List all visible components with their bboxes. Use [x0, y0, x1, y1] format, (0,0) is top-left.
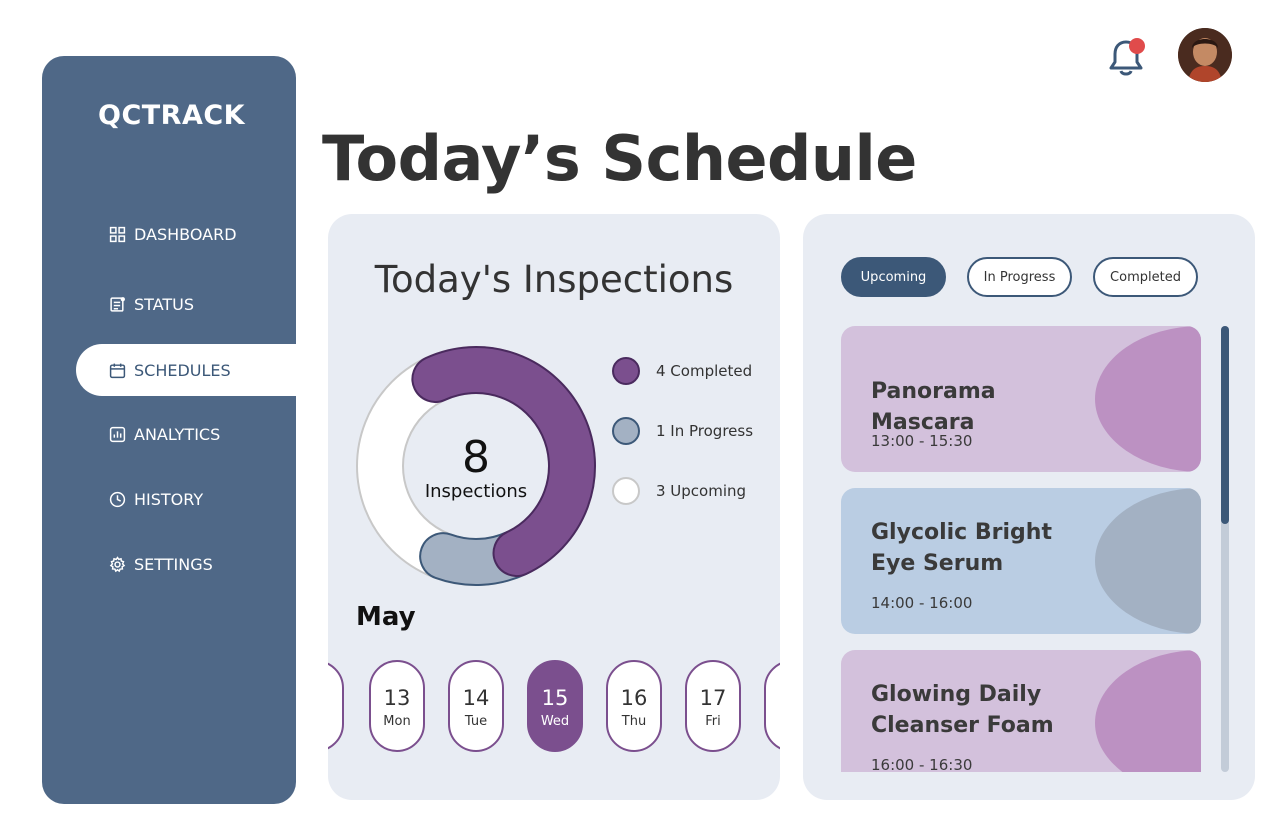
day-pill-selected[interactable]: 15 Wed — [527, 660, 583, 752]
legend-label: 4 Completed — [656, 362, 753, 380]
task-card-decoration — [1095, 326, 1201, 472]
day-pill[interactable]: 17 Fri — [685, 660, 741, 752]
task-list-scrollbar[interactable] — [1221, 326, 1229, 772]
bar-chart-icon — [108, 425, 126, 443]
notification-button[interactable] — [1106, 36, 1146, 78]
schedule-list-card: Upcoming In Progress Completed Panorama … — [803, 214, 1255, 800]
task-name: Panorama Mascara — [871, 379, 996, 435]
sidebar-item-label: DASHBOARD — [134, 224, 237, 244]
app-root: QCTRACK DASHBOARD STATUS SCHEDULES ANALY — [0, 0, 1280, 832]
task-card-decoration — [1095, 650, 1201, 772]
inspections-title: Today's Inspections — [374, 258, 734, 301]
task-time: 14:00 - 16:00 — [871, 594, 973, 612]
day-number: 13 — [383, 686, 411, 710]
task-card[interactable]: Panorama Mascara 13:00 - 15:30 — [841, 326, 1201, 472]
day-number: 15 — [541, 686, 569, 710]
clock-icon — [108, 490, 126, 508]
legend-swatch — [612, 477, 640, 505]
day-number: 16 — [620, 686, 648, 710]
sidebar: QCTRACK DASHBOARD STATUS SCHEDULES ANALY — [42, 56, 296, 804]
task-time: 13:00 - 15:30 — [871, 432, 973, 450]
day-number: 12 — [328, 686, 342, 710]
legend-swatch — [612, 417, 640, 445]
legend-item-in-progress: 1 In Progress — [612, 416, 753, 446]
sidebar-item-analytics[interactable]: ANALYTICS — [76, 408, 296, 460]
filter-upcoming-button[interactable]: Upcoming — [841, 257, 946, 297]
task-name: Glowing Daily Cleanser Foam — [871, 682, 1054, 738]
day-pill[interactable]: 13 Mon — [369, 660, 425, 752]
legend-label: 1 In Progress — [656, 422, 754, 440]
sidebar-item-schedules[interactable]: SCHEDULES — [76, 344, 296, 396]
legend-label: 3 Upcoming — [656, 482, 747, 500]
legend-item-upcoming: 3 Upcoming — [612, 476, 753, 506]
inspections-donut-chart: 8 Inspections — [354, 344, 598, 588]
sidebar-item-history[interactable]: HISTORY — [76, 473, 296, 525]
day-pill[interactable] — [764, 660, 780, 752]
sidebar-item-label: SCHEDULES — [134, 360, 231, 380]
sidebar-item-label: STATUS — [134, 294, 195, 314]
day-pill[interactable]: 14 Tue — [448, 660, 504, 752]
filter-completed-button[interactable]: Completed — [1093, 257, 1198, 297]
logo-text: QCTRACK — [98, 100, 246, 131]
sidebar-item-dashboard[interactable]: DASHBOARD — [76, 208, 296, 260]
notification-dot — [1129, 38, 1145, 54]
calendar-month: May — [356, 602, 416, 632]
scrollbar-thumb[interactable] — [1221, 326, 1229, 524]
task-card[interactable]: Glycolic Bright Eye Serum 14:00 - 16:00 — [841, 488, 1201, 634]
user-avatar[interactable] — [1178, 28, 1232, 82]
day-picker: 12 Sun 13 Mon 14 Tue 15 Wed 16 Thu 17 Fri — [328, 660, 780, 752]
calendar-icon — [108, 361, 126, 379]
day-of-week: Mon — [383, 714, 411, 729]
legend-item-completed: 4 Completed — [612, 356, 753, 386]
page-title: Today’s Schedule — [322, 122, 917, 195]
day-of-week: Fri — [705, 714, 721, 729]
day-of-week: Thu — [621, 714, 647, 729]
grid-icon — [108, 225, 126, 243]
gear-icon — [108, 555, 126, 573]
task-time: 16:00 - 16:30 — [871, 756, 973, 772]
task-name: Glycolic Bright Eye Serum — [871, 520, 1052, 576]
day-of-week: Sun — [328, 714, 342, 729]
donut-legend: 4 Completed 1 In Progress 3 Upcoming — [612, 356, 753, 536]
sidebar-item-settings[interactable]: SETTINGS — [76, 538, 296, 590]
day-of-week: Wed — [540, 714, 570, 729]
day-number: 17 — [699, 686, 727, 710]
sidebar-item-status[interactable]: STATUS — [76, 278, 296, 330]
clipboard-icon — [108, 295, 126, 313]
day-number: 14 — [462, 686, 490, 710]
day-pill[interactable]: 16 Thu — [606, 660, 662, 752]
donut-total: 8 — [462, 432, 490, 483]
sidebar-item-label: SETTINGS — [134, 554, 213, 574]
logo[interactable]: QCTRACK — [98, 100, 245, 131]
sidebar-item-label: ANALYTICS — [134, 424, 221, 444]
donut-total-label: Inspections — [425, 481, 527, 502]
task-card-decoration — [1095, 488, 1201, 634]
day-pill[interactable]: 12 Sun — [328, 660, 344, 752]
bell-icon — [1109, 38, 1145, 76]
filter-in-progress-button[interactable]: In Progress — [967, 257, 1072, 297]
inspections-card: Today's Inspections 8 Inspections 4 Comp… — [328, 214, 780, 800]
day-of-week: Tue — [464, 714, 488, 729]
legend-swatch — [612, 357, 640, 385]
task-list: Panorama Mascara 13:00 - 15:30 Glycolic … — [841, 326, 1201, 772]
task-card[interactable]: Glowing Daily Cleanser Foam 16:00 - 16:3… — [841, 650, 1201, 772]
sidebar-item-label: HISTORY — [134, 489, 204, 509]
